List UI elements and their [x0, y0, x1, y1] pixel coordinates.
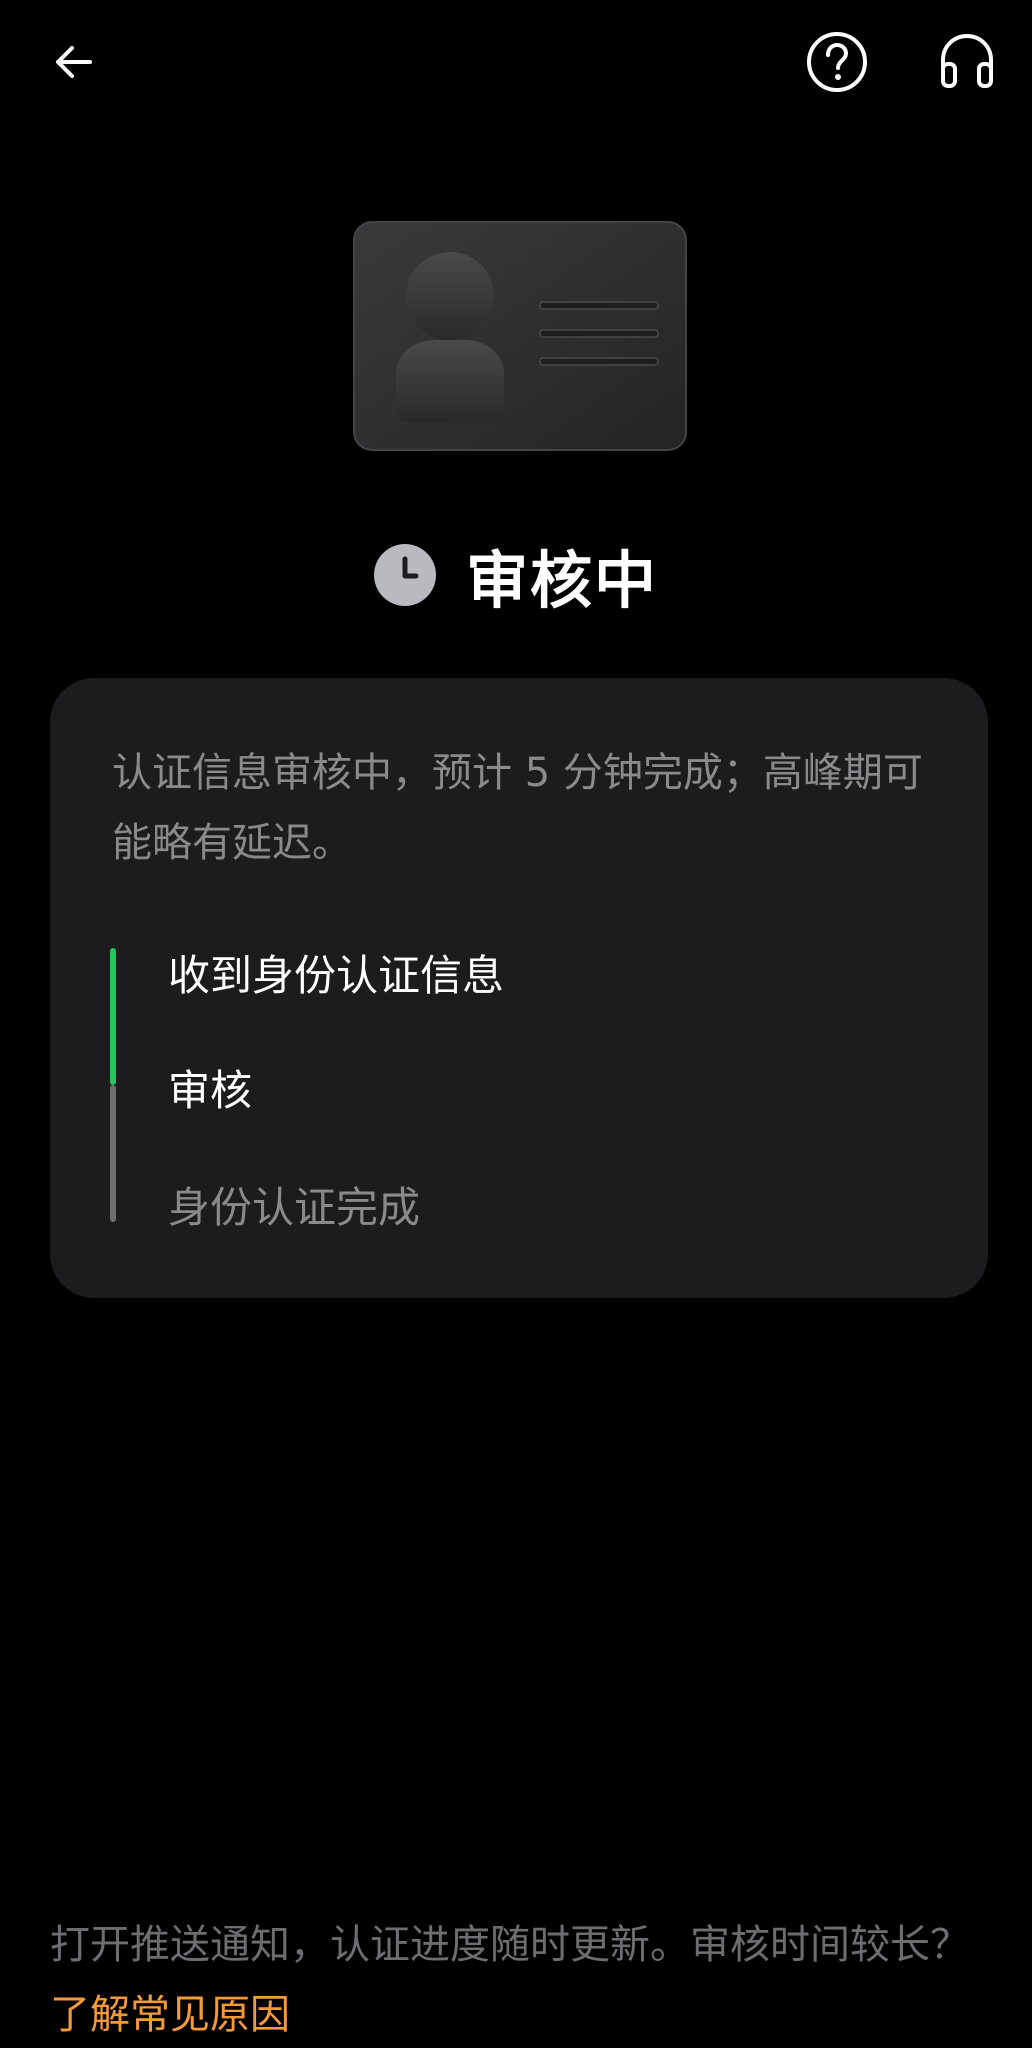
- arrow-left-icon: [56, 46, 92, 78]
- top-bar: [0, 0, 1032, 130]
- id-card-illustration: [350, 218, 690, 458]
- customer-service-button[interactable]: [927, 22, 1007, 102]
- clock-icon: [373, 544, 436, 606]
- status-row: 审核中: [0, 530, 1032, 620]
- status-title: 审核中: [465, 544, 658, 617]
- headphones-icon: [941, 33, 993, 88]
- question-circle-icon: [807, 32, 867, 92]
- footer-text: 打开推送通知，认证进度随时更新。审核时间较长？: [50, 1922, 970, 1968]
- help-button[interactable]: [797, 22, 877, 102]
- id-card-icon: [353, 221, 687, 451]
- learn-reasons-link[interactable]: 了解常见原因: [50, 1992, 290, 2038]
- review-description: 认证信息审核中，预计 5 分钟完成；高峰期可能略有延迟。: [112, 750, 923, 866]
- footer-note: 打开推送通知，认证进度随时更新。审核时间较长？ 了解常见原因: [50, 1910, 980, 2048]
- progress-bar-done: [110, 948, 116, 1085]
- step-review: 审核: [168, 1066, 253, 1115]
- progress-timeline: 收到身份认证信息 审核 身份认证完成: [110, 948, 930, 1232]
- step-complete: 身份认证完成: [168, 1183, 421, 1232]
- back-button[interactable]: [34, 22, 114, 102]
- progress-bar-pending: [110, 1085, 116, 1222]
- step-received: 收到身份认证信息: [168, 951, 505, 1000]
- progress-card: 认证信息审核中，预计 5 分钟完成；高峰期可能略有延迟。 收到身份认证信息 审核…: [50, 678, 988, 1298]
